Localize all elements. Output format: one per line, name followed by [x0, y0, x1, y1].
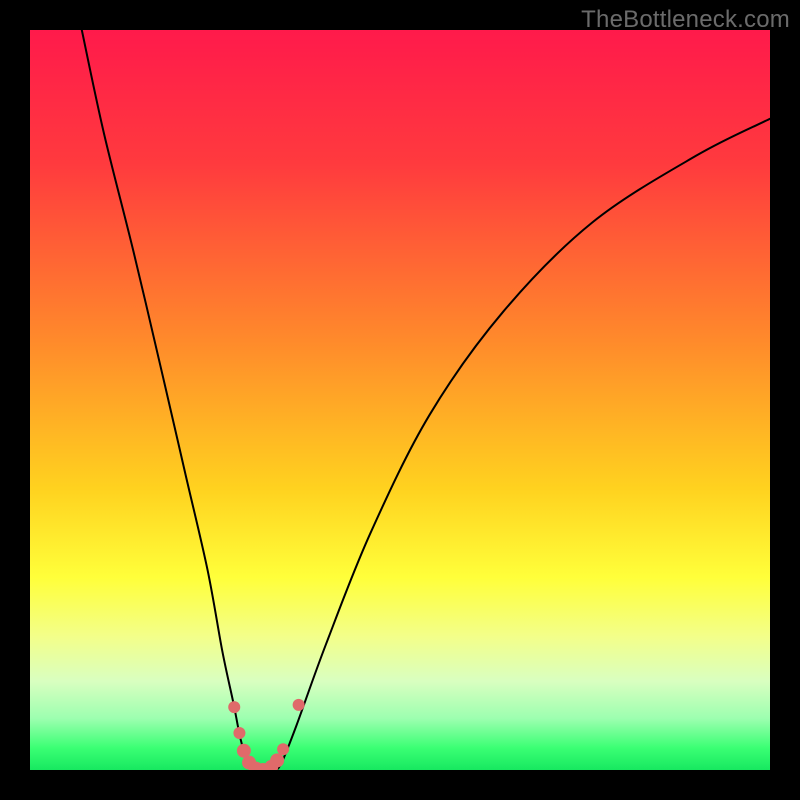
bottleneck-curve	[82, 30, 770, 770]
watermark-text: TheBottleneck.com	[581, 6, 790, 34]
highlight-dot	[277, 743, 289, 755]
highlight-dot	[228, 701, 240, 713]
highlight-dot	[233, 727, 245, 739]
highlight-dot	[293, 699, 305, 711]
chart-frame: TheBottleneck.com	[0, 0, 800, 800]
curve-layer	[30, 30, 770, 770]
plot-area	[30, 30, 770, 770]
highlight-dot	[270, 753, 284, 767]
